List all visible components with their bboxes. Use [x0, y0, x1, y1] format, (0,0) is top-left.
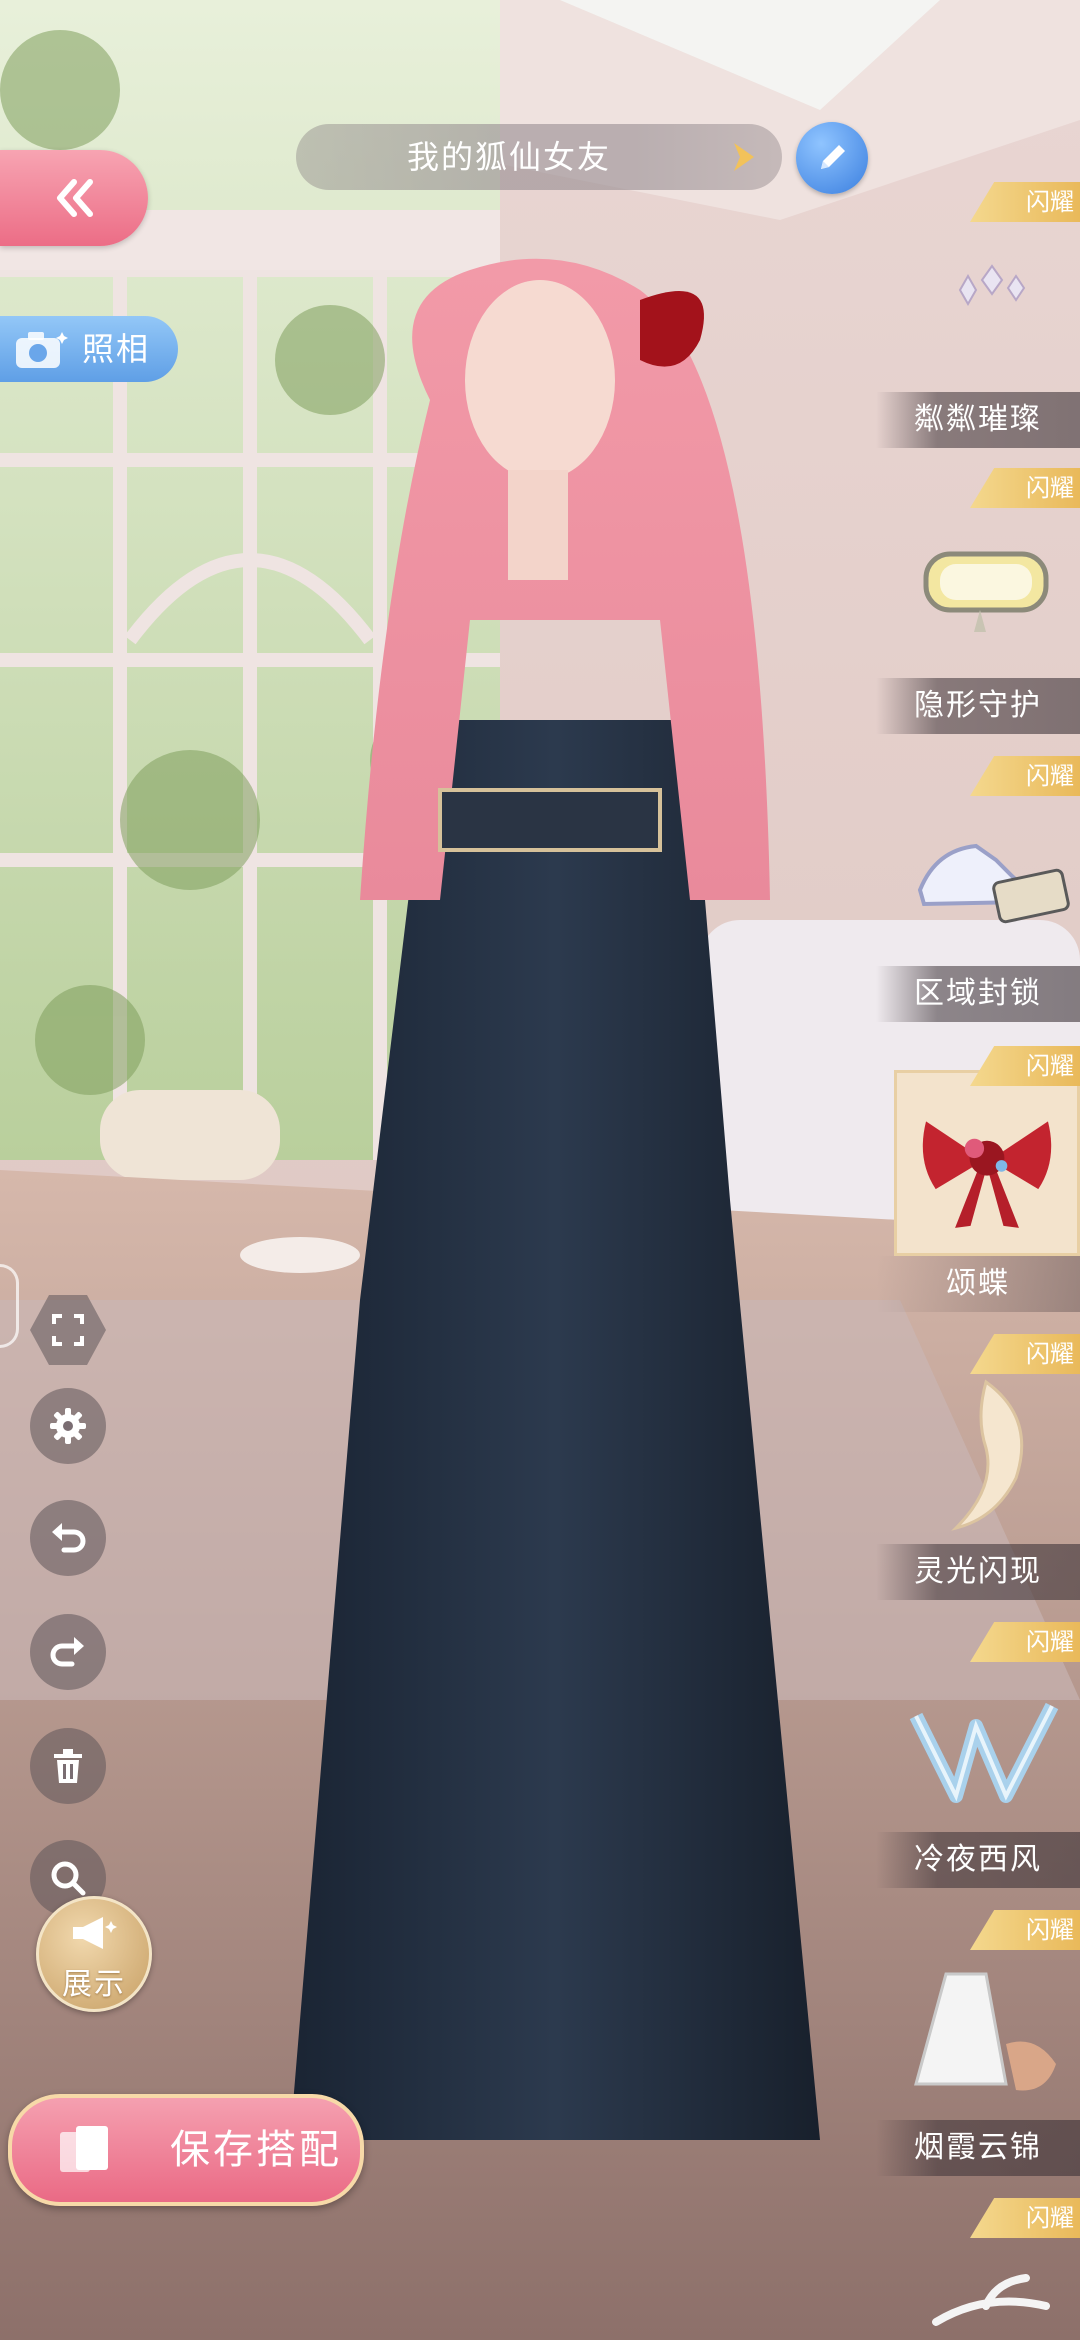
camera-icon: [16, 332, 68, 368]
trash-icon: [54, 1749, 82, 1783]
item-slot[interactable]: 灵光闪现 闪耀: [876, 1334, 1080, 1610]
shine-badge: 闪耀: [970, 756, 1080, 796]
shine-badge: 闪耀: [970, 1910, 1080, 1950]
side-drawer-handle[interactable]: [0, 1264, 19, 1348]
item-slot[interactable]: 烟霞云锦 闪耀: [876, 1910, 1080, 2186]
settings-button[interactable]: [30, 1388, 106, 1464]
item-slot[interactable]: 闪耀: [876, 2198, 1080, 2340]
item-slot[interactable]: 区域封锁 闪耀: [876, 756, 1080, 1032]
gear-icon: [50, 1408, 86, 1444]
shine-badge: 闪耀: [970, 1334, 1080, 1374]
delete-button[interactable]: [30, 1728, 106, 1804]
shine-badge: 闪耀: [970, 1046, 1080, 1086]
redo-button[interactable]: [30, 1614, 106, 1690]
photo-button[interactable]: 照相: [0, 316, 178, 382]
undo-icon: [52, 1523, 86, 1553]
save-outfit-label: 保存搭配: [170, 2127, 342, 2173]
item-name: 颂蝶: [876, 1256, 1080, 1312]
veil-icon: [914, 1972, 1056, 2091]
goggles-icon: [923, 551, 1049, 632]
photo-button-label: 照相: [82, 330, 151, 368]
sparkle-earrings-icon: [958, 264, 1026, 307]
magnifier-icon: [51, 1861, 86, 1896]
feather-tail-icon: [951, 1379, 1024, 1531]
save-outfit-button[interactable]: 保存搭配: [8, 2094, 364, 2206]
fullscreen-icon: [52, 1314, 84, 1346]
megaphone-icon: [73, 1917, 117, 1949]
item-name: 冷夜西风: [876, 1832, 1080, 1888]
item-name: 隐形守护: [876, 678, 1080, 734]
shine-badge: 闪耀: [970, 182, 1080, 222]
shine-badge: 闪耀: [970, 2198, 1080, 2238]
item-slot[interactable]: 冷夜西风 闪耀: [876, 1622, 1080, 1898]
arrow-right-icon: [734, 143, 754, 171]
item-name: 粼粼璀璨: [876, 392, 1080, 448]
sneaker-icon: [917, 843, 1070, 924]
shine-badge: 闪耀: [970, 1622, 1080, 1662]
undo-button[interactable]: [30, 1500, 106, 1576]
white-branch-icon: [932, 2274, 1050, 2326]
item-name: 烟霞云锦: [876, 2120, 1080, 2176]
outfit-title-bar[interactable]: 我的狐仙女友: [296, 124, 782, 190]
item-slot[interactable]: 隐形守护 闪耀: [876, 468, 1080, 744]
outfit-title: 我的狐仙女友: [406, 138, 611, 176]
double-chevron-left-icon: [57, 179, 93, 217]
edit-title-button[interactable]: [796, 122, 868, 194]
item-name: 灵光闪现: [876, 1544, 1080, 1600]
pencil-icon: [821, 145, 845, 169]
item-slot-selected[interactable]: 颂蝶 闪耀: [876, 1046, 1080, 1322]
back-button[interactable]: [0, 150, 148, 246]
shine-badge: 闪耀: [970, 468, 1080, 508]
redo-icon: [50, 1637, 84, 1667]
item-slot[interactable]: 粼粼璀璨 闪耀: [876, 182, 1080, 458]
show-button-label: 展示: [62, 1967, 126, 2002]
show-button[interactable]: 展示: [36, 1896, 152, 2012]
red-bow-icon: [894, 1070, 1080, 1256]
outfit-cards-icon: [60, 2126, 108, 2172]
item-name: 区域封锁: [876, 966, 1080, 1022]
crystal-wings-icon: [909, 1702, 1059, 1803]
